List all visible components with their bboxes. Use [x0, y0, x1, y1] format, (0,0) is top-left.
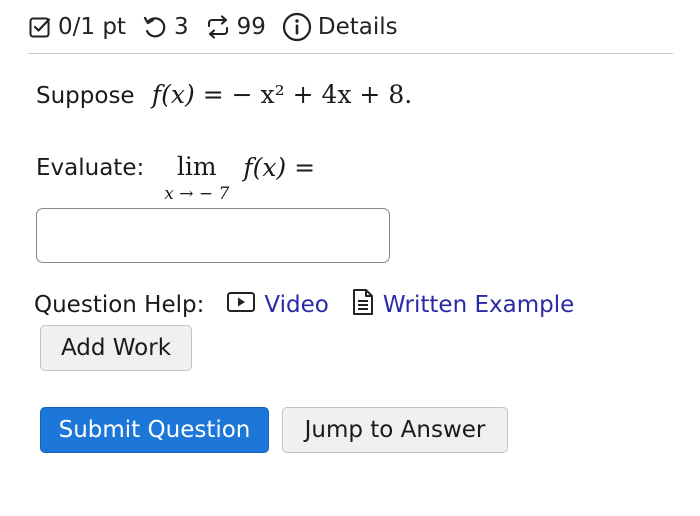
suppose-label: Suppose	[36, 83, 135, 109]
submit-question-button[interactable]: Submit Question	[40, 407, 269, 453]
retry-icon	[142, 15, 168, 39]
attempts-indicator: 99	[205, 14, 266, 40]
attempts-count: 99	[236, 13, 266, 40]
question-header: 0/1 pt 3 99 Details	[28, 0, 673, 54]
score-text: 0/1 pt	[58, 13, 126, 40]
retries-count: 3	[173, 13, 189, 40]
written-example-link[interactable]: Written Example	[351, 288, 574, 322]
question-statement: Suppose f(x) = − x² + 4x + 8.	[36, 80, 412, 109]
document-icon	[351, 288, 383, 322]
question-help-label: Question Help:	[34, 292, 205, 318]
evaluate-label: Evaluate:	[36, 155, 145, 181]
question-help: Question Help: Video Written Example	[34, 288, 574, 322]
written-example-label[interactable]: Written Example	[383, 292, 574, 318]
evaluate-statement: Evaluate: lim x → − 7 f(x) =	[36, 150, 315, 204]
add-work-button[interactable]: Add Work	[40, 325, 192, 371]
details-label[interactable]: Details	[318, 14, 398, 40]
checkbox-icon	[28, 15, 52, 39]
function-rhs: = − x² + 4x + 8.	[202, 80, 413, 109]
jump-to-answer-button[interactable]: Jump to Answer	[282, 407, 508, 453]
function-definition: f(x) = − x² + 4x + 8.	[152, 80, 412, 109]
limit-rhs: f(x) =	[243, 153, 316, 182]
video-icon	[226, 290, 264, 320]
limit-word: lim	[176, 152, 217, 181]
info-icon	[282, 12, 312, 42]
attempts-icon	[205, 14, 231, 39]
video-label[interactable]: Video	[264, 292, 328, 318]
limit-subscript: x → − 7	[164, 184, 230, 204]
video-link[interactable]: Video	[226, 290, 329, 320]
limit-operator: lim x → − 7	[164, 152, 229, 204]
function-lhs: f(x)	[151, 80, 195, 109]
answer-input[interactable]	[36, 208, 390, 263]
retries-indicator: 3	[142, 14, 189, 40]
score-indicator: 0/1 pt	[28, 14, 126, 40]
details-toggle[interactable]: Details	[282, 12, 398, 42]
